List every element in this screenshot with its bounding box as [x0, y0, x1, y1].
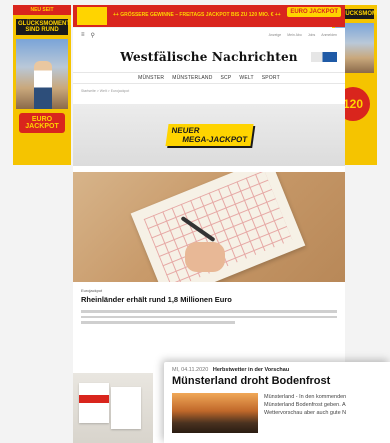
article-body: Eurojackpot Rheinländer erhält rund 1,8 … — [73, 282, 345, 324]
banner-text: ++ GRÖSSERE GEWINNE – FREITAGS JACKPOT B… — [113, 12, 281, 18]
ad-person-illustration — [34, 61, 52, 109]
utility-link[interactable]: Anzeige — [269, 33, 282, 37]
nav-item-muensterland[interactable]: Münsterland — [172, 75, 212, 81]
breadcrumb[interactable]: Startseite > Welt > Eurojackpot — [73, 84, 345, 98]
article-kicker: Eurojackpot — [81, 288, 103, 293]
ad-headline: GLÜCKSMOMENTE SIND RUND — [16, 19, 71, 35]
related-article-thumbnail[interactable] — [73, 373, 153, 443]
nav-item-sport[interactable]: Sport — [262, 75, 280, 81]
utility-links: Anzeige Mein Abo Jobs Anmelden — [269, 33, 337, 37]
jackpot-line-2: MEGA-JACKPOT — [181, 135, 248, 144]
article-headline[interactable]: Rheinländer erhält rund 1,8 Millionen Eu… — [81, 295, 337, 304]
left-skyscraper-ad[interactable]: NEU SEIT GLÜCKSMOMENTE SIND RUND EURO JA… — [13, 5, 71, 165]
search-icon[interactable]: ⚲ — [91, 32, 95, 39]
utility-link[interactable]: Jobs — [308, 33, 315, 37]
site-logo[interactable]: Westfälische Nachrichten — [120, 50, 297, 64]
hand-illustration — [185, 242, 225, 272]
teaser-snippet: Münsterland - In den kommenden Münsterla… — [264, 394, 347, 416]
ad-badge: NEU SEIT — [13, 5, 71, 15]
teaser-title[interactable]: Münsterland droht Bodenfrost — [172, 375, 384, 387]
utility-link[interactable]: Anmelden — [321, 33, 337, 37]
teaser-image[interactable] — [172, 393, 258, 433]
teaser-tag: Herbstwetter in der Vorschau — [212, 367, 290, 373]
partner-badge[interactable] — [311, 52, 337, 62]
menu-icon[interactable]: ≡ — [81, 32, 85, 39]
nav-item-muenster[interactable]: Münster — [138, 75, 164, 81]
jackpot-line-1: NEUER — [170, 126, 200, 135]
teaser-date: MI, 04.11.2020 — [172, 367, 209, 373]
ad-label-block — [77, 7, 107, 25]
ad-photo — [16, 39, 68, 109]
teaser-meta: MI, 04.11.2020 Herbstwetter in der Vorsc… — [172, 367, 384, 373]
utility-bar: ≡ ⚲ Anzeige Mein Abo Jobs Anmelden — [73, 28, 345, 42]
main-nav: Münster Münsterland SCP Welt Sport — [73, 72, 345, 84]
page: NEU SEIT GLÜCKSMOMENTE SIND RUND EURO JA… — [0, 0, 390, 443]
eurojackpot-logo: EURO JACKPOT — [19, 113, 65, 133]
nav-item-scp[interactable]: SCP — [221, 75, 232, 81]
eurojackpot-logo: EURO JACKPOT — [287, 7, 341, 17]
jackpot-badge: NEUER MEGA-JACKPOT — [165, 124, 253, 146]
article-image[interactable] — [73, 172, 345, 282]
utility-link[interactable]: Mein Abo — [287, 33, 302, 37]
article-teaser — [81, 310, 337, 324]
top-banner-ad[interactable]: ++ GRÖSSERE GEWINNE – FREITAGS JACKPOT B… — [73, 5, 345, 27]
hero-ad[interactable]: NEUER MEGA-JACKPOT — [73, 104, 345, 166]
nav-item-welt[interactable]: Welt — [239, 75, 253, 81]
overlay-teaser-card[interactable]: MI, 04.11.2020 Herbstwetter in der Vorsc… — [164, 362, 390, 443]
masthead: Westfälische Nachrichten — [73, 42, 345, 72]
